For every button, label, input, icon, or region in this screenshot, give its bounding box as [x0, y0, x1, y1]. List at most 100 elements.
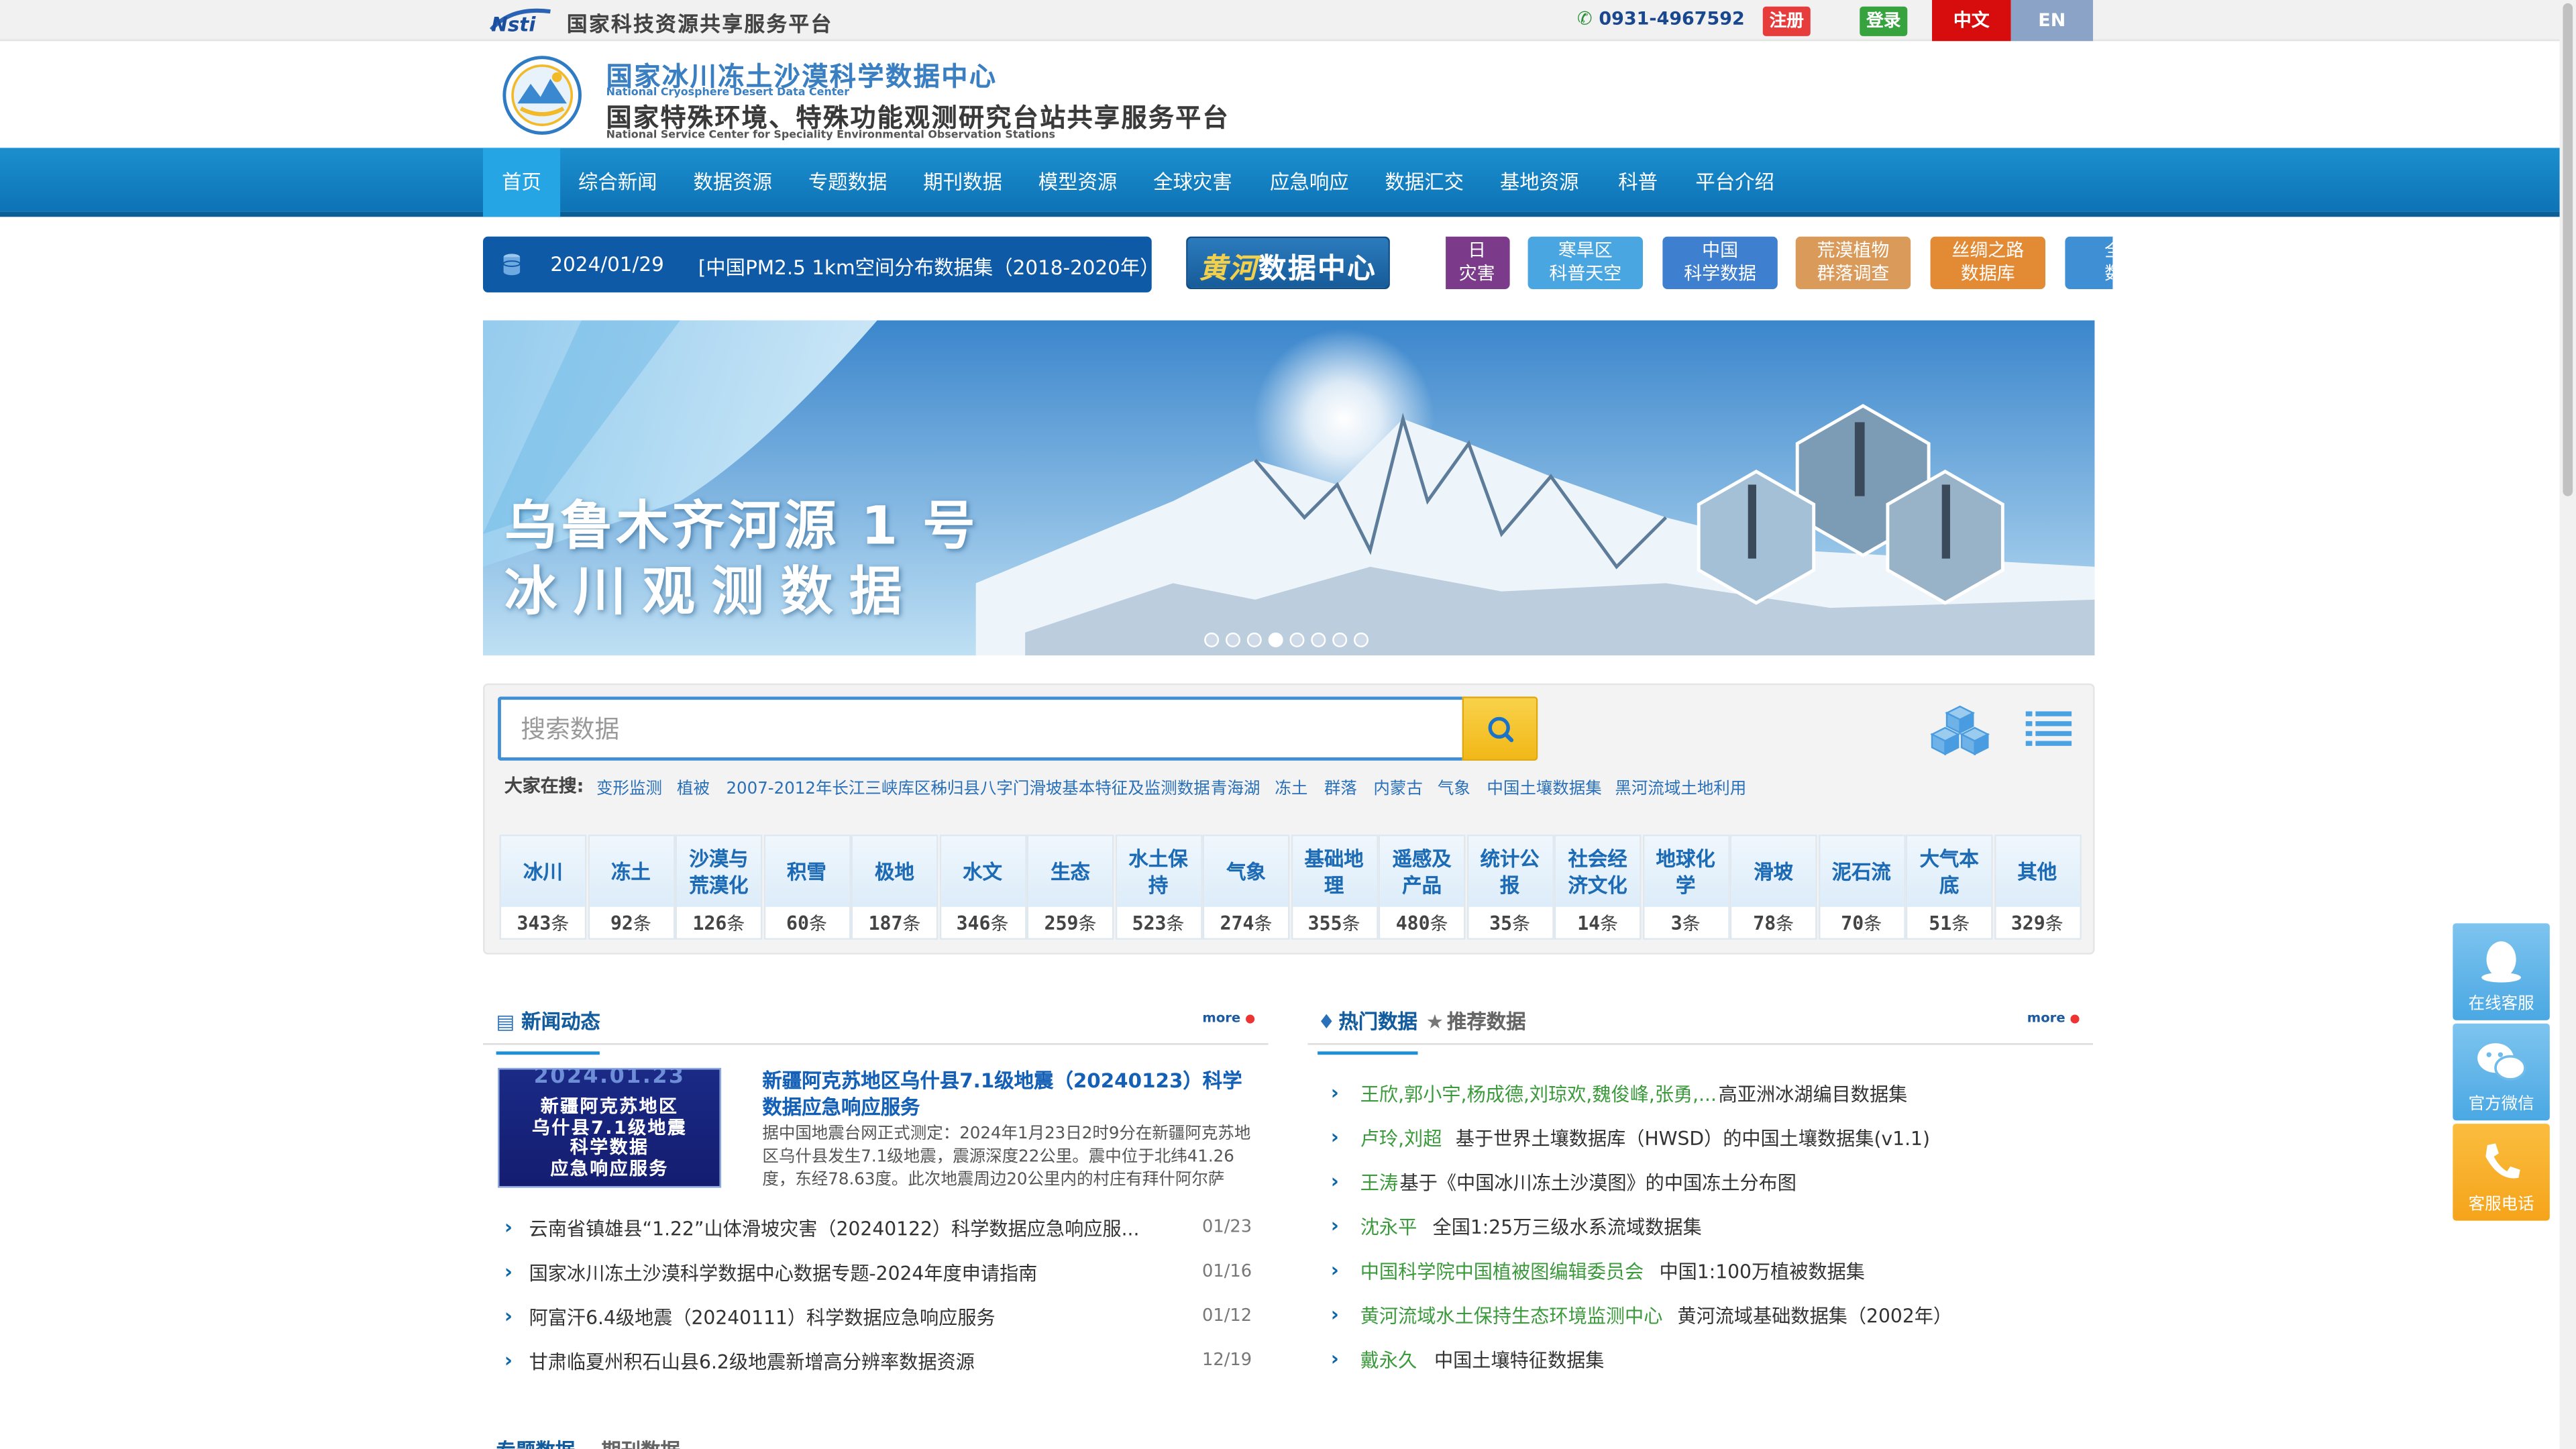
nav-item-base-resources[interactable]: 基地资源 [1487, 148, 1592, 217]
hot-data-item[interactable]: › 沈永平 全国1:25万三级水系流域数据集 [1331, 1212, 2087, 1245]
lang-zh-button[interactable]: 中文 [1932, 0, 2011, 42]
hot-keyword[interactable]: 气象 [1438, 773, 1470, 798]
hot-keyword[interactable]: 青海湖 [1211, 773, 1260, 798]
carousel-dot[interactable] [1225, 632, 1240, 647]
search-button[interactable] [1462, 696, 1538, 761]
carousel-dot[interactable] [1246, 632, 1262, 647]
category-cell[interactable]: 地球化学 3条 [1642, 835, 1729, 940]
nav-item-topic-data[interactable]: 专题数据 [795, 148, 900, 217]
nav-item-data-submit[interactable]: 数据汇交 [1372, 148, 1477, 217]
center-logo[interactable] [501, 54, 583, 136]
news-more-link[interactable]: more ● [1202, 1010, 1255, 1025]
hot-data-item[interactable]: › 王欣,郭小宇,杨成德,刘琼欢,魏俊峰,张勇,... 高亚洲冰湖编目数据集 [1331, 1079, 2087, 1112]
hot-data-item[interactable]: › 黄河流域水土保持生态环境监测中心 黄河流域基础数据集（2002年） [1331, 1301, 2087, 1334]
nav-item-home[interactable]: 首页 [483, 148, 561, 217]
strip-banner-disaster[interactable]: 日灾害 [1446, 236, 1510, 290]
hot-keyword[interactable]: 2007-2012年长江三峡库区秭归县八字门滑坡基本特征及监测数据 [726, 773, 1210, 798]
category-cell[interactable]: 泥石流 70条 [1817, 835, 1905, 940]
tab-topic-data[interactable]: 专题数据 [496, 1436, 576, 1449]
category-cell[interactable]: 滑坡 78条 [1729, 835, 1817, 940]
nav-item-global-disaster[interactable]: 全球灾害 [1140, 148, 1246, 217]
search-input[interactable] [498, 696, 1462, 761]
strip-banner-global-data[interactable]: 全球数据 [2065, 236, 2113, 290]
hot-keyword[interactable]: 黑河流域土地利用 [1615, 773, 1746, 798]
hot-keyword[interactable]: 中国土壤数据集 [1487, 773, 1601, 798]
nsti-logo[interactable]: Nsti [488, 7, 560, 35]
nav-item-about[interactable]: 平台介绍 [1682, 148, 1788, 217]
category-cell[interactable]: 基础地理 355条 [1290, 835, 1378, 940]
category-cell[interactable]: 生态 259条 [1026, 835, 1114, 940]
category-cell[interactable]: 社会经济文化 14条 [1554, 835, 1642, 940]
category-cell[interactable]: 大气本底 51条 [1905, 835, 1993, 940]
hot-data-author[interactable]: 沈永平 [1360, 1214, 1417, 1240]
hot-data-title[interactable]: 全国1:25万三级水系流域数据集 [1433, 1214, 1702, 1240]
carousel-dot[interactable] [1311, 632, 1326, 647]
hot-keyword[interactable]: 群落 [1324, 773, 1357, 798]
nav-item-data-resources[interactable]: 数据资源 [680, 148, 786, 217]
hot-data-title[interactable]: 黄河流域基础数据集（2002年） [1677, 1303, 1952, 1329]
hot-data-title[interactable]: 中国土壤特征数据集 [1434, 1347, 1604, 1373]
hot-data-author[interactable]: 黄河流域水土保持生态环境监测中心 [1360, 1303, 1663, 1329]
list-view-icon[interactable] [2025, 710, 2072, 747]
carousel-dot[interactable] [1268, 632, 1283, 647]
category-cell[interactable]: 气象 274条 [1202, 835, 1290, 940]
hot-data-title[interactable]: 中国1:100万植被数据集 [1659, 1258, 1864, 1285]
carousel-dot[interactable] [1332, 632, 1348, 647]
nav-item-journal-data[interactable]: 期刊数据 [910, 148, 1016, 217]
phone-service-button[interactable]: 客服电话 [2453, 1124, 2550, 1221]
category-cell[interactable]: 水土保持 523条 [1114, 835, 1202, 940]
hot-data-more-link[interactable]: more ● [2027, 1010, 2080, 1025]
category-cell[interactable]: 积雪 60条 [763, 835, 851, 940]
strip-banner-silk-road[interactable]: 丝绸之路 数据库 [1930, 236, 2046, 290]
cube-view-icon[interactable] [1929, 703, 1991, 756]
strip-banner-science-sky[interactable]: 寒旱区 科普天空 [1527, 236, 1643, 290]
hot-keyword[interactable]: 变形监测 [596, 773, 662, 798]
category-cell[interactable]: 极地 187条 [851, 835, 938, 940]
lang-en-button[interactable]: EN [2010, 0, 2094, 42]
category-cell[interactable]: 沙漠与荒漠化 126条 [675, 835, 763, 940]
news-ticker[interactable]: 2024/01/29 [中国PM2.5 1km空间分布数据集（2018-2020… [483, 236, 1152, 292]
category-cell[interactable]: 冻土 92条 [587, 835, 675, 940]
news-list-item[interactable]: › 云南省镇雄县“1.22”山体滑坡灾害（20240122）科学数据应急响应服..… [504, 1214, 1260, 1247]
hot-data-title[interactable]: 基于世界土壤数据库（HWSD）的中国土壤数据集(v1.1) [1456, 1126, 1930, 1152]
login-button[interactable]: 登录 [1860, 6, 1908, 36]
hot-data-item[interactable]: › 王涛 基于《中国冰川冻土沙漠图》的中国冻土分布图 [1331, 1168, 2087, 1201]
carousel-dot[interactable] [1353, 632, 1369, 647]
strip-banner-desert-plants[interactable]: 荒漠植物 群落调查 [1795, 236, 1911, 290]
nav-item-news[interactable]: 综合新闻 [565, 148, 670, 217]
tab-hot-data[interactable]: ♦ 热门数据 [1318, 1007, 1417, 1055]
online-service-button[interactable]: 在线客服 [2453, 923, 2550, 1020]
hot-data-author[interactable]: 戴永久 [1360, 1347, 1417, 1373]
nav-item-model-resources[interactable]: 模型资源 [1025, 148, 1130, 217]
news-list-item[interactable]: › 甘肃临夏州积石山县6.2级地震新增高分辨率数据资源 12/19 [504, 1347, 1260, 1380]
news-list-item[interactable]: › 国家冰川冻土沙漠科学数据中心数据专题-2024年度申请指南 01/16 [504, 1258, 1260, 1291]
hot-keyword[interactable]: 冻土 [1275, 773, 1307, 798]
nav-item-emergency[interactable]: 应急响应 [1256, 148, 1362, 217]
scrollbar-thumb[interactable] [2563, 3, 2573, 496]
platform-name[interactable]: 国家科技资源共享服务平台 [567, 7, 833, 38]
hero-carousel[interactable]: 乌鲁木齐河源 1 号 冰川观测数据 [483, 320, 2095, 656]
strip-banner-china-science-data[interactable]: 中国 科学数据 [1662, 236, 1778, 290]
tab-recommended-data[interactable]: ★ 推荐数据 [1426, 1007, 1526, 1035]
carousel-dot[interactable] [1289, 632, 1305, 647]
hot-data-author[interactable]: 卢玲,刘超 [1360, 1126, 1442, 1152]
category-cell[interactable]: 水文 346条 [938, 835, 1026, 940]
tab-news[interactable]: ▤ 新闻动态 [496, 1007, 600, 1055]
register-button[interactable]: 注册 [1762, 6, 1811, 36]
category-cell[interactable]: 遥感及产品 480条 [1378, 835, 1466, 940]
ticker-headline[interactable]: [中国PM2.5 1km空间分布数据集（2018-2020年）]... [698, 253, 1150, 281]
hot-data-author[interactable]: 中国科学院中国植被图编辑委员会 [1360, 1258, 1644, 1285]
hot-data-item[interactable]: › 戴永久 中国土壤特征数据集 [1331, 1346, 2087, 1379]
hot-data-item[interactable]: › 中国科学院中国植被图编辑委员会 中国1:100万植被数据集 [1331, 1256, 2087, 1289]
hot-data-author[interactable]: 王欣,郭小宇,杨成德,刘琼欢,魏俊峰,张勇,... [1360, 1081, 1717, 1107]
carousel-dot[interactable] [1204, 632, 1220, 647]
hot-keyword[interactable]: 植被 [677, 773, 710, 798]
wechat-button[interactable]: 官方微信 [2453, 1023, 2550, 1121]
hot-keyword[interactable]: 内蒙古 [1373, 773, 1422, 798]
news-feature-title[interactable]: 新疆阿克苏地区乌什县7.1级地震（20240123）科学数据应急响应服务 [762, 1068, 1255, 1120]
yellow-river-data-center-banner[interactable]: 黄河数据中心 [1186, 236, 1390, 290]
hot-data-title[interactable]: 基于《中国冰川冻土沙漠图》的中国冻土分布图 [1400, 1170, 1796, 1196]
hot-data-item[interactable]: › 卢玲,刘超 基于世界土壤数据库（HWSD）的中国土壤数据集(v1.1) [1331, 1124, 2087, 1157]
news-list-item[interactable]: › 阿富汗6.4级地震（20240111）科学数据应急响应服务 01/12 [504, 1303, 1260, 1336]
nav-item-science[interactable]: 科普 [1605, 148, 1671, 217]
